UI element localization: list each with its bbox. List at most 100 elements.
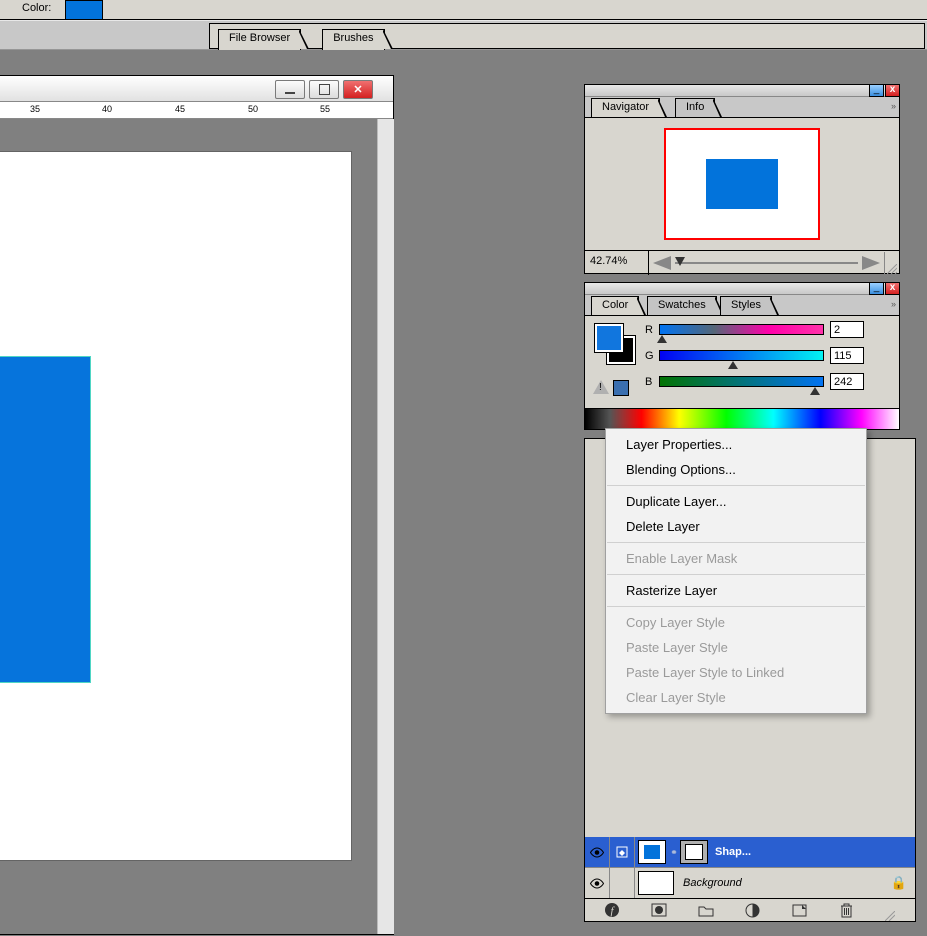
tab-label: Swatches: [658, 299, 706, 311]
shape-rectangle[interactable]: [0, 357, 90, 682]
navigator-preview[interactable]: [585, 118, 899, 250]
layer-style-icon[interactable]: f: [602, 902, 622, 918]
layer-thumbnail[interactable]: [638, 871, 674, 895]
layer-name[interactable]: Background: [677, 877, 742, 889]
layers-footer: f: [585, 898, 915, 921]
layer-row[interactable]: ⚭ Shap...: [585, 837, 915, 868]
layer-context-menu: Layer Properties...Blending Options... Du…: [605, 428, 867, 714]
zoom-slider[interactable]: [675, 262, 858, 264]
palette-menu-icon[interactable]: »: [891, 299, 896, 309]
channel-slider-handle[interactable]: [810, 387, 820, 395]
tab-label: Navigator: [602, 101, 649, 113]
ruler-mark: 50: [248, 104, 258, 114]
foreground-color-swatch[interactable]: [595, 324, 623, 352]
ruler-mark: 55: [320, 104, 330, 114]
color-label: Color:: [22, 2, 51, 14]
palette-close-button[interactable]: x: [885, 84, 900, 97]
adjustment-layer-icon[interactable]: [743, 902, 763, 918]
menu-separator: [607, 574, 865, 575]
menu-item: Enable Layer Mask: [606, 546, 866, 571]
palette-resize-grip[interactable]: [883, 899, 897, 921]
menu-item[interactable]: Delete Layer: [606, 514, 866, 539]
palette-close-button[interactable]: x: [885, 282, 900, 295]
zoom-out-icon[interactable]: [653, 256, 671, 270]
ruler-mark: 35: [30, 104, 40, 114]
doc-close-button[interactable]: ✕: [343, 80, 373, 99]
menu-item[interactable]: Blending Options...: [606, 457, 866, 482]
color-palette: _ x Color Swatches Styles » RGB: [584, 282, 900, 430]
link-cell[interactable]: [610, 837, 635, 867]
menu-item: Copy Layer Style: [606, 610, 866, 635]
navigator-palette: _ x Navigator Info » 42.74%: [584, 84, 900, 274]
tab-label: Info: [686, 101, 704, 113]
layer-set-icon[interactable]: [696, 902, 716, 918]
zoom-slider-handle[interactable]: [675, 257, 685, 266]
palette-minimize-button[interactable]: _: [869, 282, 884, 295]
lock-icon: 🔒: [891, 875, 907, 891]
menu-item[interactable]: Duplicate Layer...: [606, 489, 866, 514]
tab-color[interactable]: Color: [591, 296, 639, 315]
doc-maximize-button[interactable]: [309, 80, 339, 99]
channel-r: R: [645, 320, 864, 339]
layer-row[interactable]: Background 🔒: [585, 868, 915, 899]
menu-item: Paste Layer Style: [606, 635, 866, 660]
channel-value-input[interactable]: [830, 347, 864, 364]
link-icon[interactable]: ⚭: [669, 847, 679, 858]
well-tab-file-browser[interactable]: File Browser: [218, 29, 301, 50]
visibility-toggle[interactable]: [585, 868, 610, 898]
options-color-swatch[interactable]: [65, 0, 103, 20]
visibility-toggle[interactable]: [585, 837, 610, 867]
channel-slider-handle[interactable]: [728, 361, 738, 369]
palette-titlebar[interactable]: _ x: [585, 85, 899, 97]
channel-value-input[interactable]: [830, 321, 864, 338]
doc-minimize-button[interactable]: [275, 80, 305, 99]
tab-label: Color: [602, 299, 628, 311]
zoom-percent-input[interactable]: 42.74%: [585, 251, 649, 275]
palette-titlebar[interactable]: _ x: [585, 283, 899, 295]
channel-slider[interactable]: [659, 376, 824, 387]
channel-slider[interactable]: [659, 324, 824, 335]
channel-slider[interactable]: [659, 350, 824, 361]
gamut-warning-swatch[interactable]: [613, 380, 629, 396]
tab-label: Styles: [731, 299, 761, 311]
well-tab-brushes[interactable]: Brushes: [322, 29, 384, 50]
channel-b: B: [645, 372, 864, 391]
options-bar: [0, 0, 927, 20]
tab-navigator[interactable]: Navigator: [591, 98, 660, 117]
palette-minimize-button[interactable]: _: [869, 84, 884, 97]
delete-layer-icon[interactable]: [837, 902, 857, 918]
palette-well-box: File Browser Brushes: [209, 23, 925, 49]
palette-tabrow: Navigator Info »: [585, 97, 899, 118]
tab-styles[interactable]: Styles: [720, 296, 772, 315]
layer-name[interactable]: Shap...: [709, 846, 751, 858]
zoom-in-icon[interactable]: [862, 256, 880, 270]
tab-swatches[interactable]: Swatches: [647, 296, 717, 315]
menu-separator: [607, 542, 865, 543]
tab-info[interactable]: Info: [675, 98, 715, 117]
doc-vertical-scrollbar[interactable]: [377, 119, 394, 934]
horizontal-ruler: 35 40 45 50 55: [0, 101, 393, 119]
channel-slider-handle[interactable]: [657, 335, 667, 343]
channel-label: B: [645, 376, 659, 388]
menu-separator: [607, 606, 865, 607]
layer-mask-icon[interactable]: [649, 902, 669, 918]
menu-item[interactable]: Rasterize Layer: [606, 578, 866, 603]
menu-item: Paste Layer Style to Linked: [606, 660, 866, 685]
navigator-footer: 42.74%: [585, 250, 899, 275]
channel-g: G: [645, 346, 864, 365]
layer-mask-thumbnail[interactable]: [680, 840, 708, 864]
channel-value-input[interactable]: [830, 373, 864, 390]
menu-separator: [607, 485, 865, 486]
palette-menu-icon[interactable]: »: [891, 101, 896, 111]
palette-tabrow: Color Swatches Styles »: [585, 295, 899, 316]
color-ramp[interactable]: [585, 408, 899, 429]
ruler-mark: 40: [102, 104, 112, 114]
gamut-warning-icon[interactable]: [593, 380, 609, 394]
layer-thumbnail[interactable]: [638, 840, 666, 864]
palette-resize-grip[interactable]: [884, 252, 899, 274]
document-canvas[interactable]: [0, 151, 352, 861]
link-cell[interactable]: [610, 868, 635, 898]
color-body: RGB: [585, 316, 899, 328]
new-layer-icon[interactable]: [790, 902, 810, 918]
menu-item[interactable]: Layer Properties...: [606, 432, 866, 457]
